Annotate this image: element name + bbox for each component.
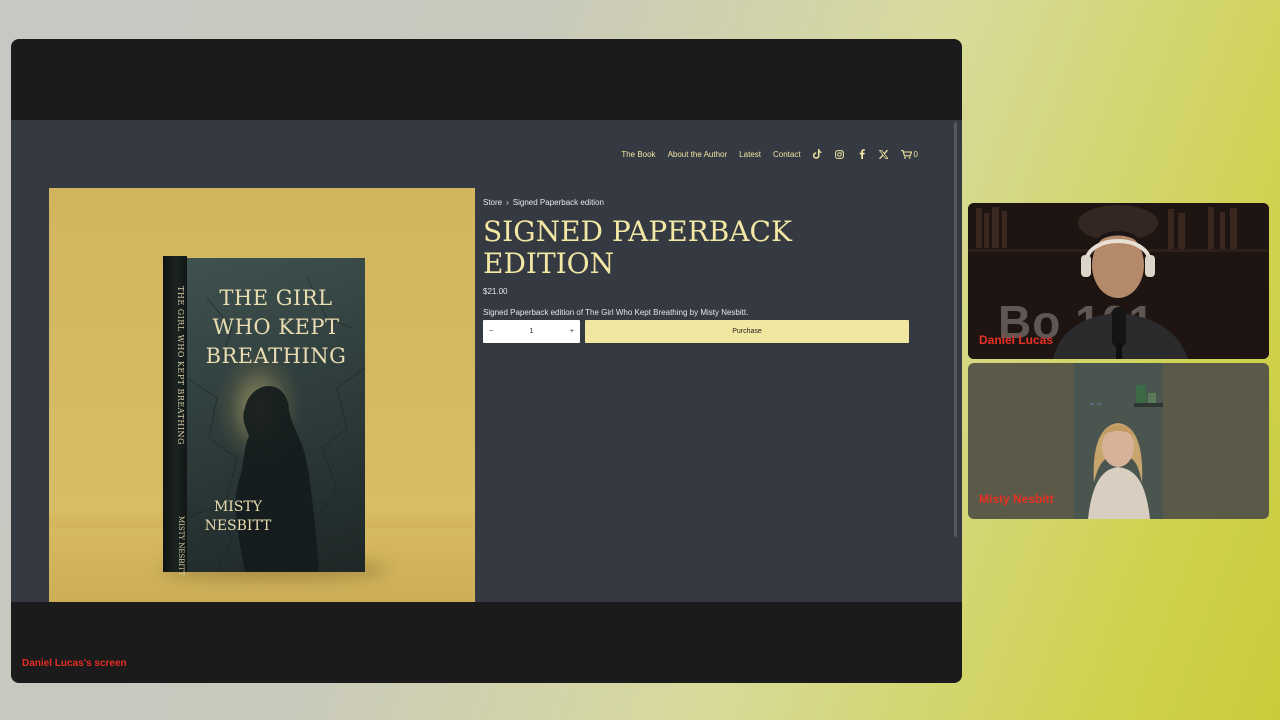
nav-item-about-the-author[interactable]: About the Author <box>668 150 728 159</box>
cover-author: MISTY NESBITT <box>204 499 272 534</box>
nav-item-contact[interactable]: Contact <box>773 150 801 159</box>
product-description: Signed Paperback edition of The Girl Who… <box>483 308 749 317</box>
nav-item-latest[interactable]: Latest <box>739 150 761 159</box>
svg-text:~ ~: ~ ~ <box>1090 400 1102 409</box>
product-title: SIGNED PAPERBACK EDITION <box>483 215 792 280</box>
participant-name: Daniel Lucas <box>979 333 1054 347</box>
participant-tile-daniel-lucas[interactable]: Bo 101 Daniel Lucas <box>968 203 1269 359</box>
tiktok-icon[interactable] <box>813 149 823 159</box>
product-image: THE GIRL WHO KEPT BREATHING MISTY NESBIT… <box>49 188 475 602</box>
participant-tile-misty-nesbitt[interactable]: ~ ~ Misty Nesbitt <box>968 363 1269 519</box>
screen-share-label: Daniel Lucas's screen <box>22 658 127 669</box>
cart-icon <box>900 149 912 159</box>
cart-count: 0 <box>913 149 918 159</box>
cover-title: THE GIRL WHO KEPT BREATHING <box>205 286 347 368</box>
cart-button[interactable]: 0 <box>900 149 918 159</box>
x-icon[interactable] <box>879 149 889 159</box>
participant-name: Misty Nesbitt <box>979 492 1054 506</box>
scrollbar[interactable] <box>954 122 957 537</box>
product-price: $21.00 <box>483 287 508 296</box>
instagram-icon[interactable] <box>835 149 845 159</box>
person-illustration: ~ ~ <box>1074 363 1163 519</box>
book-cover: THE GIRL WHO KEPT BREATHING MISTY NESBIT… <box>187 258 365 572</box>
quantity-stepper: − 1 + <box>483 320 580 343</box>
person-video: ~ ~ <box>1074 363 1163 519</box>
breadcrumb-separator: › <box>506 198 509 207</box>
breadcrumb-current: Signed Paperback edition <box>512 198 604 207</box>
decrement-button[interactable]: − <box>489 328 493 335</box>
quantity-input[interactable]: 1 <box>530 328 534 335</box>
facebook-icon[interactable] <box>857 149 867 159</box>
website-view: The Book About the Author Latest Contact… <box>11 120 962 602</box>
nav-item-the-book[interactable]: The Book <box>621 150 655 159</box>
spine-title: THE GIRL WHO KEPT BREATHING <box>176 286 185 445</box>
purchase-button[interactable]: Purchase <box>585 320 909 343</box>
breadcrumb-store-link[interactable]: Store <box>483 198 502 207</box>
increment-button[interactable]: + <box>570 328 574 335</box>
site-nav: The Book About the Author Latest Contact… <box>621 149 918 159</box>
shared-screen: The Book About the Author Latest Contact… <box>11 39 962 683</box>
spine-author: MISTY NESBITT <box>177 516 185 576</box>
breadcrumb: Store › Signed Paperback edition <box>483 198 604 207</box>
book-spine: THE GIRL WHO KEPT BREATHING MISTY NESBIT… <box>163 256 187 576</box>
